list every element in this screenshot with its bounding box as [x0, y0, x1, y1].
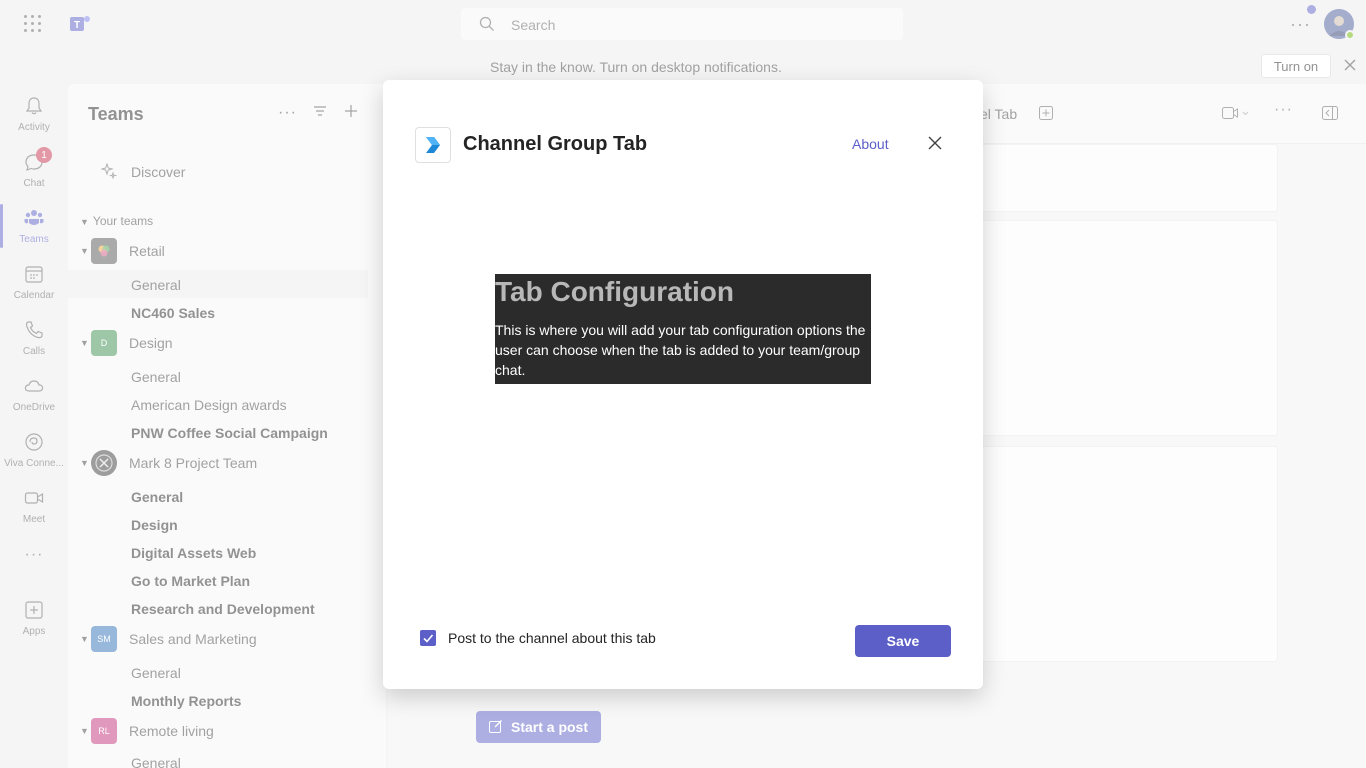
- post-to-channel-label[interactable]: Post to the channel about this tab: [448, 630, 656, 646]
- dialog-title: Channel Group Tab: [463, 133, 648, 155]
- config-heading: Tab Configuration: [495, 276, 734, 307]
- channel-group-tab-dialog: Channel Group Tab About Tab Configuratio…: [383, 80, 983, 689]
- checkmark-icon: [423, 634, 434, 643]
- app-icon: [415, 127, 451, 163]
- about-link[interactable]: About: [852, 136, 889, 152]
- config-description: This is where you will add your tab conf…: [495, 322, 866, 378]
- close-icon[interactable]: [927, 135, 943, 151]
- save-button[interactable]: Save: [855, 625, 951, 657]
- post-to-channel-checkbox[interactable]: [420, 630, 436, 646]
- tab-configuration-panel: Tab Configuration This is where you will…: [495, 274, 871, 384]
